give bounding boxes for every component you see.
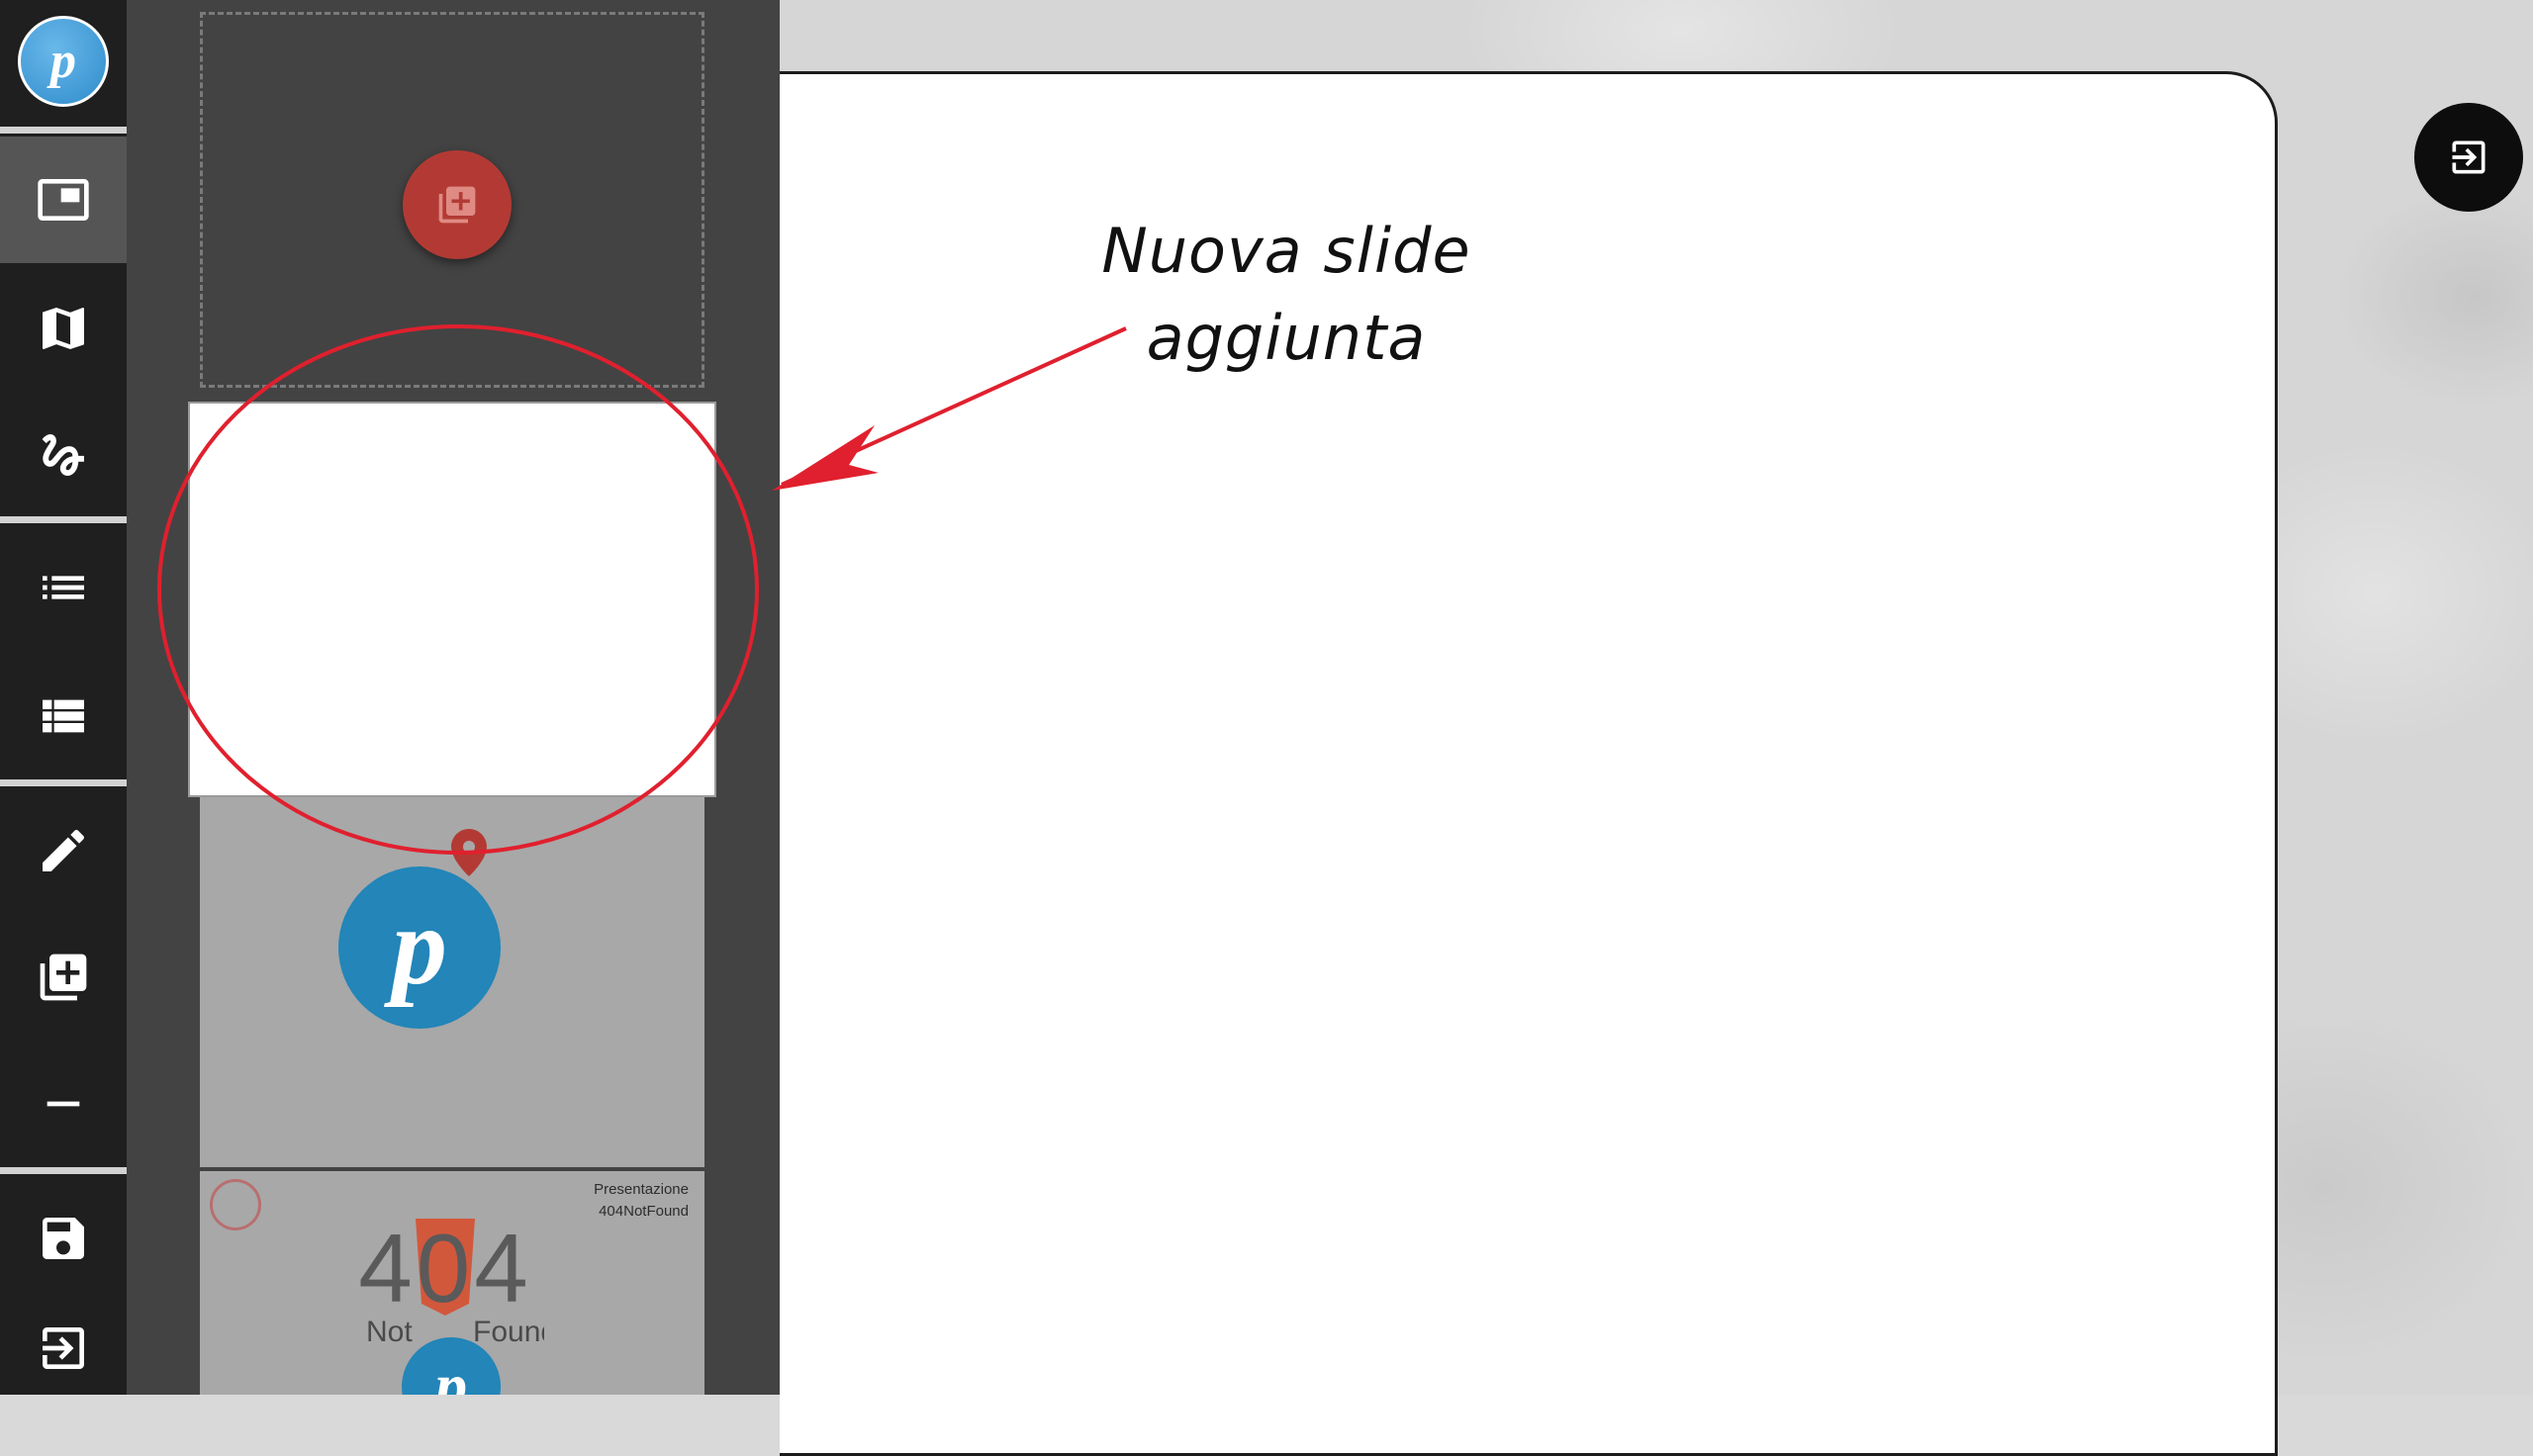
- path-icon: [42, 434, 84, 476]
- edit-button[interactable]: [0, 787, 127, 914]
- table-list-button[interactable]: [0, 653, 127, 779]
- exit-toolbar-button[interactable]: [0, 1302, 127, 1395]
- slide-view-button[interactable]: [0, 136, 127, 263]
- university-seal: [210, 1179, 261, 1230]
- thumb-title-line2: 404NotFound: [599, 1203, 689, 1220]
- svg-text:p: p: [384, 888, 447, 1007]
- toolbar-separator: [0, 516, 127, 523]
- slide-thumbnail[interactable]: Presentazione 404NotFound 404 Not Found …: [200, 1171, 704, 1395]
- save-button[interactable]: [0, 1175, 127, 1302]
- list-icon: [43, 576, 84, 599]
- svg-text:p: p: [430, 1352, 468, 1395]
- location-pin-icon: [451, 829, 487, 876]
- add-slide-icon: [438, 186, 476, 224]
- slide-canvas[interactable]: [780, 71, 2278, 1456]
- thumb-title-line1: Presentazione: [594, 1181, 689, 1198]
- svg-text:p: p: [47, 33, 76, 89]
- 404-logo: 404 Not Found: [358, 1214, 544, 1348]
- left-toolbar: p: [0, 0, 127, 1395]
- remove-slide-button[interactable]: [0, 1041, 127, 1167]
- list-button[interactable]: [0, 524, 127, 651]
- toolbar-separator: [0, 779, 127, 786]
- annotation-line1: Nuova slide: [1101, 215, 1471, 287]
- annotation-line2: aggiunta: [1146, 302, 1427, 374]
- annotation-text: Nuova slide aggiunta: [1049, 208, 1524, 382]
- map-button[interactable]: [0, 265, 127, 392]
- exit-button[interactable]: [2414, 103, 2523, 212]
- app-logo[interactable]: p: [18, 16, 109, 107]
- toolbar-separator: [0, 127, 127, 134]
- remove-icon: [47, 1101, 80, 1107]
- map-icon: [43, 308, 84, 349]
- logo-p-icon: p: [47, 33, 76, 89]
- svg-text:404: 404: [358, 1214, 532, 1322]
- path-button[interactable]: [0, 394, 127, 516]
- slide-view-icon: [38, 179, 89, 221]
- logo-p-icon: p: [384, 888, 447, 1007]
- save-icon: [43, 1218, 84, 1259]
- exit-icon: [43, 1327, 84, 1369]
- exit-icon: [2452, 140, 2486, 174]
- add-slide-icon: [40, 954, 87, 1001]
- new-slide-thumbnail[interactable]: [188, 402, 716, 797]
- add-slide-fab[interactable]: [403, 150, 512, 259]
- edit-pencil-icon: [43, 829, 85, 871]
- table-list-icon: [43, 699, 84, 733]
- svg-text:Not: Not: [366, 1316, 413, 1348]
- svg-text:Found: Found: [473, 1316, 544, 1348]
- toolbar-separator: [0, 1167, 127, 1174]
- presentation-logo: p: [338, 866, 501, 1029]
- add-slide-button[interactable]: [0, 914, 127, 1041]
- logo-p-icon: p: [430, 1352, 468, 1395]
